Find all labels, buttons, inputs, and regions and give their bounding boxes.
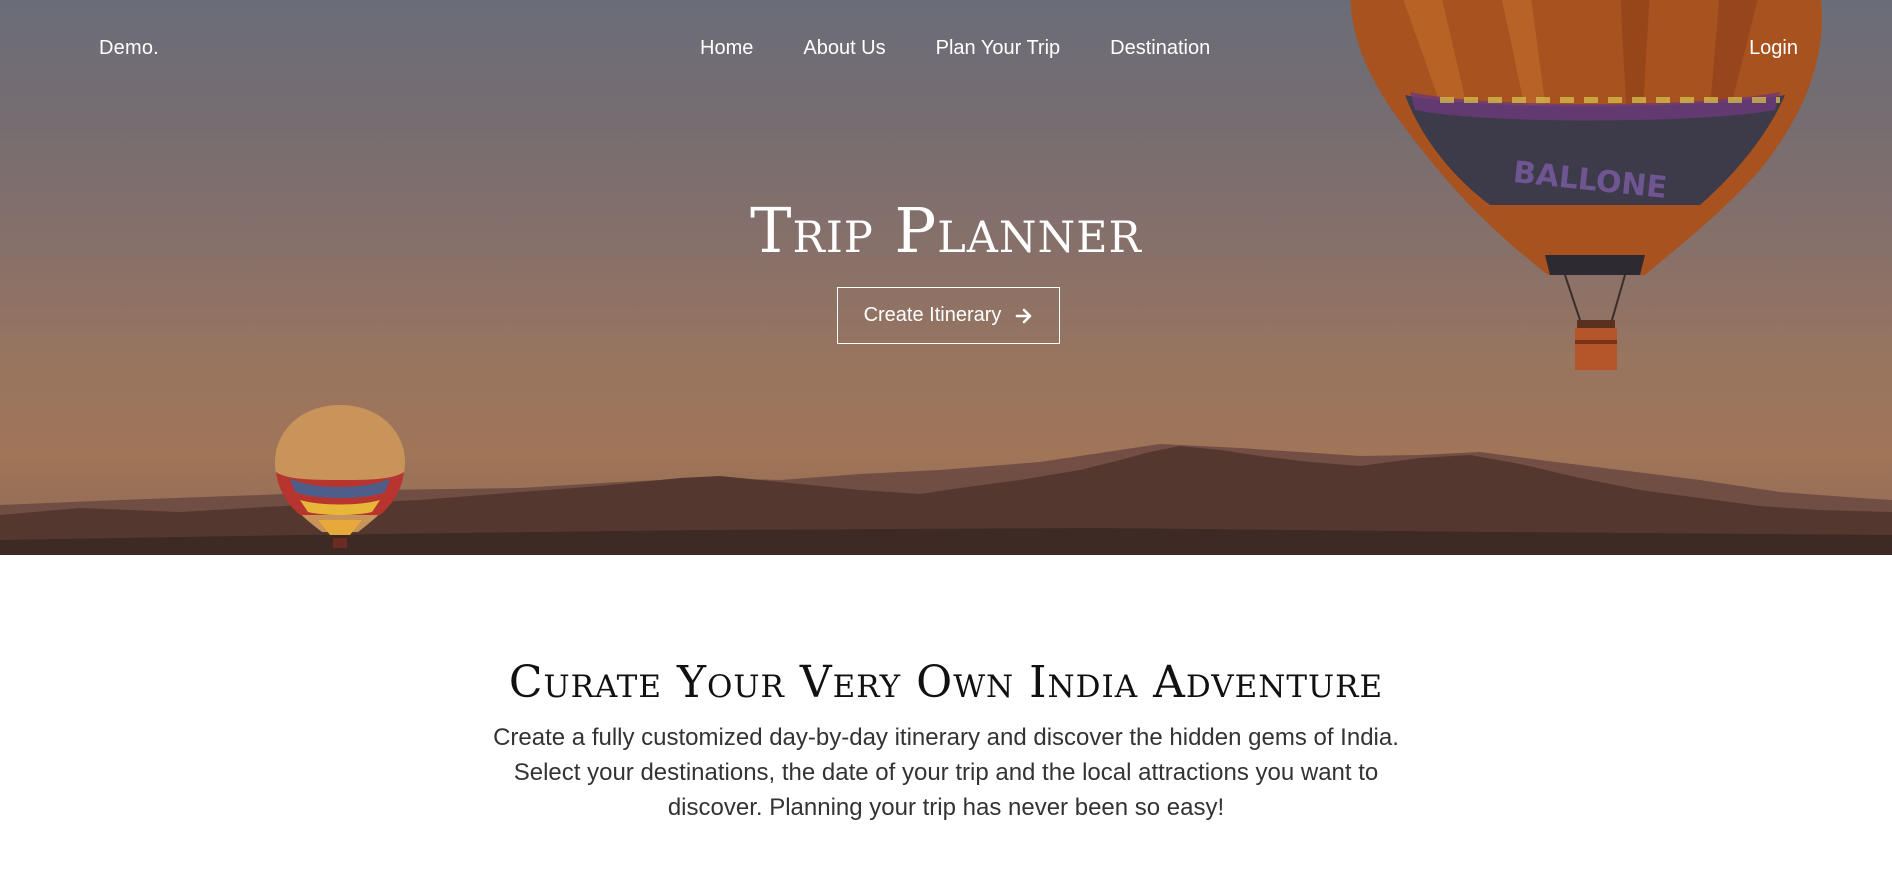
nav-link-destination[interactable]: Destination — [1110, 37, 1210, 60]
intro-title: Curate Your Very Own India Adventure — [508, 657, 1384, 708]
login-link[interactable]: Login — [1749, 37, 1798, 60]
hero-title: Trip Planner — [750, 194, 1142, 267]
nav-link-home[interactable]: Home — [700, 37, 753, 60]
intro-section: Curate Your Very Own India Adventure Cre… — [0, 555, 1892, 879]
arrow-right-icon — [1016, 308, 1032, 323]
nav-link-plan-your-trip[interactable]: Plan Your Trip — [936, 37, 1061, 60]
hero-banner: BALLONE Demo. Home About Us Plan Your Tr… — [0, 0, 1892, 555]
nav-links: Home About Us Plan Your Trip Destination — [700, 37, 1210, 60]
top-navbar: Demo. Home About Us Plan Your Trip Desti… — [0, 0, 1892, 100]
create-itinerary-button[interactable]: Create Itinerary — [837, 287, 1060, 344]
create-itinerary-label: Create Itinerary — [863, 304, 1002, 326]
brand-logo[interactable]: Demo. — [99, 37, 159, 60]
nav-link-about-us[interactable]: About Us — [803, 37, 885, 60]
intro-description: Create a fully customized day-by-day iti… — [493, 724, 1399, 821]
